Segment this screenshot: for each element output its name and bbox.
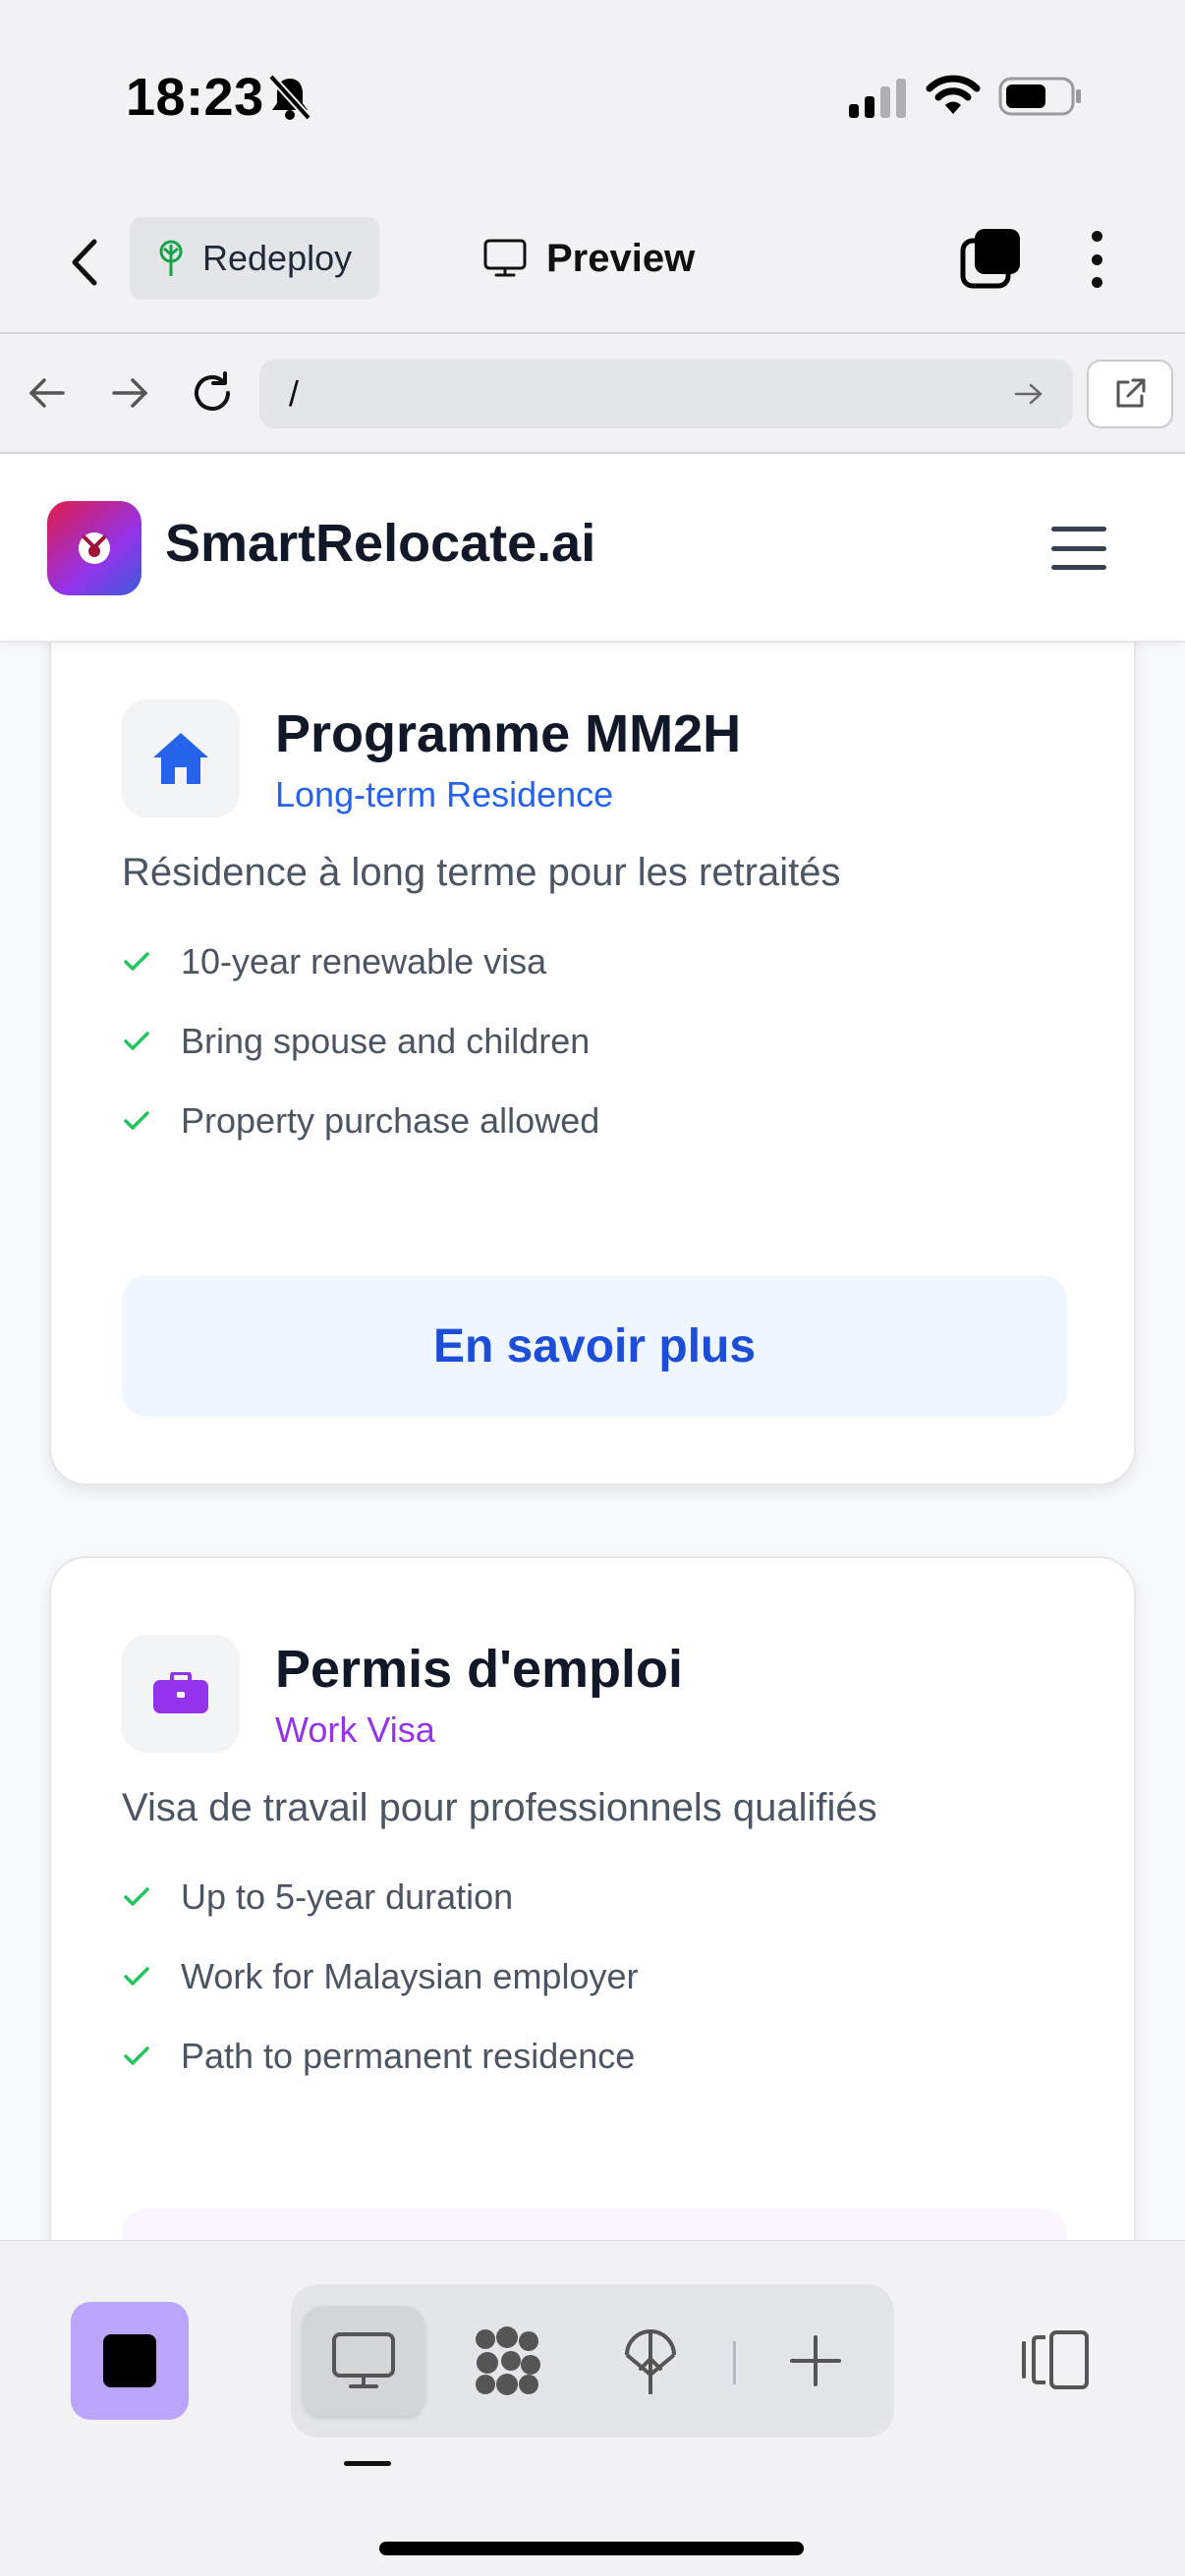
stop-square-icon: [103, 2334, 156, 2387]
deploy-tool-button[interactable]: [590, 2306, 711, 2416]
more-options-button[interactable]: [1079, 225, 1114, 294]
check-icon: [122, 2042, 151, 2071]
dot-icon: [1091, 231, 1102, 242]
redeploy-label: Redeploy: [202, 238, 353, 278]
home-indicator: [379, 2542, 804, 2555]
split-view-button[interactable]: [1016, 2318, 1095, 2402]
preview-tab[interactable]: Preview: [483, 221, 695, 296]
url-row: /: [0, 334, 1185, 454]
card-title: Permis d'emploi: [275, 1640, 683, 1699]
feature-text: Work for Malaysian employer: [181, 1955, 639, 1996]
deploy-icon: [625, 2329, 676, 2394]
check-icon: [122, 1882, 151, 1912]
back-button[interactable]: [59, 231, 108, 294]
tool-group: [291, 2284, 894, 2437]
feature-list: 10-year renewable visa Bring spouse and …: [122, 922, 599, 1160]
feature-text: Bring spouse and children: [181, 1020, 591, 1061]
feature-item: Property purchase allowed: [122, 1081, 599, 1160]
site-header: SmartRelocate.ai: [0, 454, 1185, 643]
home-icon: [153, 733, 208, 784]
site-name[interactable]: SmartRelocate.ai: [165, 513, 595, 574]
feature-item: Work for Malaysian employer: [122, 1936, 639, 2016]
url-input[interactable]: /: [259, 360, 1073, 428]
active-tab-indicator: [344, 2461, 391, 2466]
check-icon: [122, 1027, 151, 1056]
dot-icon: [1091, 277, 1102, 288]
menu-line: [1051, 527, 1106, 532]
open-external-button[interactable]: [1087, 360, 1173, 428]
learn-more-button[interactable]: En savoir plus: [122, 1275, 1067, 1417]
deploy-tree-icon: [159, 240, 183, 276]
wifi-icon: [926, 75, 981, 114]
check-icon: [122, 1106, 151, 1136]
reload-button[interactable]: [183, 364, 242, 422]
learn-more-button[interactable]: [122, 2209, 1067, 2240]
feature-text: Up to 5-year duration: [181, 1876, 514, 1917]
logo-icon: [79, 532, 110, 564]
card-description: Résidence à long terme pour les retraité…: [122, 851, 841, 894]
bottom-toolbar: [0, 2240, 1185, 2576]
status-time: 18:23: [126, 68, 264, 127]
briefcase-icon: [153, 1672, 208, 1713]
browser-forward-button[interactable]: [100, 364, 159, 422]
card-subtitle: Work Visa: [275, 1709, 435, 1750]
battery-icon: [998, 77, 1081, 116]
card-icon-box: [122, 700, 240, 817]
split-view-icon: [1022, 2330, 1089, 2389]
workspace-tool-button[interactable]: [446, 2306, 568, 2416]
nodes-cluster-icon: [476, 2326, 540, 2395]
menu-line: [1051, 565, 1106, 570]
go-arrow-icon[interactable]: [1014, 381, 1044, 407]
redeploy-button[interactable]: Redeploy: [130, 217, 379, 300]
visa-card-mm2h: Programme MM2H Long-term Residence Résid…: [49, 643, 1136, 1485]
status-bar: 18:23: [0, 0, 1185, 192]
menu-button[interactable]: [1051, 521, 1106, 576]
feature-text: Path to permanent residence: [181, 2035, 636, 2076]
feature-item: 10-year renewable visa: [122, 922, 599, 1001]
app-header: Redeploy Preview: [0, 192, 1185, 334]
feature-item: Path to permanent residence: [122, 2016, 639, 2096]
feature-text: 10-year renewable visa: [181, 940, 547, 981]
visa-card-work-permit: Permis d'emploi Work Visa Visa de travai…: [49, 1556, 1136, 2240]
preview-tool-button[interactable]: [303, 2306, 424, 2416]
chevron-left-icon: [72, 239, 97, 286]
monitor-icon: [332, 2332, 395, 2388]
page-content[interactable]: Programme MM2H Long-term Residence Résid…: [0, 643, 1185, 2240]
url-text: /: [289, 373, 300, 414]
add-tool-button[interactable]: [755, 2306, 876, 2416]
reload-icon: [195, 371, 230, 411]
agent-button[interactable]: [71, 2302, 189, 2420]
menu-line: [1051, 545, 1106, 551]
preview-label: Preview: [546, 236, 696, 280]
card-title: Programme MM2H: [275, 704, 742, 763]
arrow-left-icon: [29, 378, 65, 408]
cellular-signal-icon: [849, 79, 906, 118]
bell-muted-icon: [268, 74, 311, 121]
monitor-icon: [483, 239, 527, 277]
browser-back-button[interactable]: [18, 364, 77, 422]
feature-list: Up to 5-year duration Work for Malaysian…: [122, 1857, 639, 2096]
check-icon: [122, 947, 151, 977]
site-logo[interactable]: [47, 501, 141, 595]
tabs-switcher-icon[interactable]: [959, 227, 1022, 290]
external-link-icon: [1116, 378, 1146, 408]
feature-item: Bring spouse and children: [122, 1001, 599, 1081]
arrow-right-icon: [112, 378, 147, 408]
check-icon: [122, 1962, 151, 1991]
toolbar-divider: [733, 2341, 736, 2384]
feature-item: Up to 5-year duration: [122, 1857, 639, 1936]
feature-text: Property purchase allowed: [181, 1099, 600, 1141]
card-subtitle: Long-term Residence: [275, 774, 614, 814]
plus-icon: [790, 2335, 841, 2386]
card-description: Visa de travail pour professionnels qual…: [122, 1786, 877, 1829]
card-icon-box: [122, 1635, 240, 1753]
dot-icon: [1091, 253, 1102, 265]
